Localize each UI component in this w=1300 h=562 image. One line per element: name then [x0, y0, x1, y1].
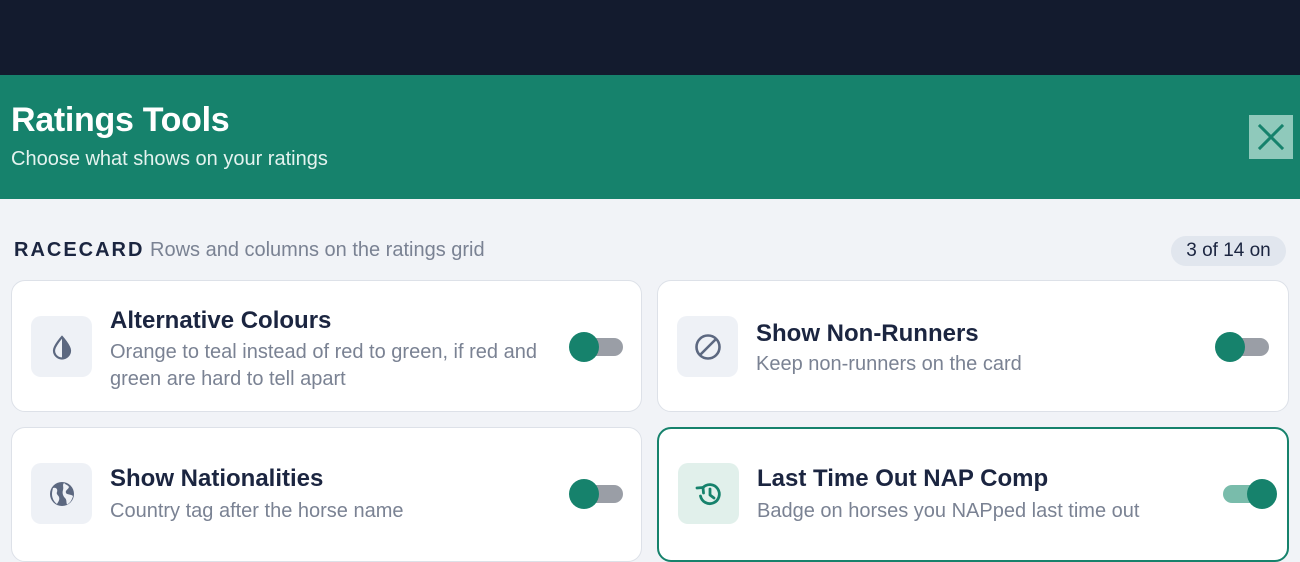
setting-card-show-non-runners: Show Non-Runners Keep non-runners on the… — [657, 280, 1289, 412]
setting-card-alternative-colours: Alternative Colours Orange to teal inste… — [11, 280, 642, 412]
alternative-colours-toggle[interactable] — [569, 332, 625, 362]
history-icon — [678, 463, 739, 524]
close-button[interactable] — [1249, 115, 1293, 159]
enabled-count-badge: 3 of 14 on — [1171, 236, 1286, 266]
card-description: Keep non-runners on the card — [756, 353, 1022, 375]
modal-title: Ratings Tools — [11, 101, 230, 139]
card-title: Last Time Out NAP Comp — [757, 465, 1049, 492]
contrast-drop-icon — [31, 316, 92, 377]
toggle-knob — [569, 332, 599, 362]
modal-subtitle: Choose what shows on your ratings — [11, 148, 328, 170]
card-title: Show Nationalities — [110, 465, 324, 492]
section-title: RACECARD — [14, 239, 145, 261]
prohibited-icon — [677, 316, 738, 377]
toggle-knob — [1215, 332, 1245, 362]
show-nationalities-toggle[interactable] — [569, 479, 625, 509]
setting-card-last-time-out-nap-comp: Last Time Out NAP Comp Badge on horses y… — [657, 427, 1289, 562]
globe-icon — [31, 463, 92, 524]
card-title: Show Non-Runners — [756, 320, 979, 347]
show-non-runners-toggle[interactable] — [1215, 332, 1271, 362]
toggle-knob — [1247, 479, 1277, 509]
top-navigation-bar — [0, 0, 1300, 75]
section-subtitle: Rows and columns on the ratings grid — [150, 239, 485, 261]
close-icon — [1257, 123, 1285, 151]
card-title: Alternative Colours — [110, 307, 332, 334]
last-time-out-nap-comp-toggle[interactable] — [1221, 479, 1277, 509]
card-description: Badge on horses you NAPped last time out — [757, 500, 1140, 522]
card-description: Country tag after the horse name — [110, 500, 404, 522]
setting-card-show-nationalities: Show Nationalities Country tag after the… — [11, 427, 642, 562]
toggle-knob — [569, 479, 599, 509]
card-description: Orange to teal instead of red to green, … — [110, 341, 537, 390]
